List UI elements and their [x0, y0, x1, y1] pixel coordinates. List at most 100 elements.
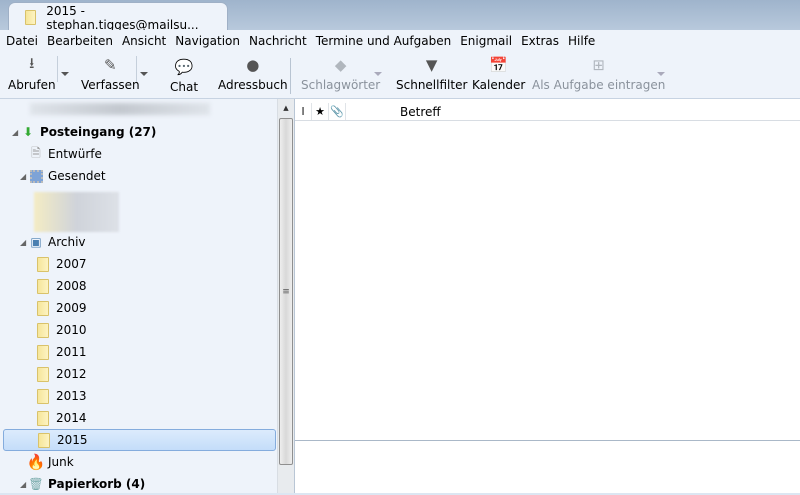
menu-termine[interactable]: Termine und Aufgaben	[316, 34, 451, 48]
account-header[interactable]	[0, 99, 277, 119]
inbox-icon: ⬇	[22, 125, 34, 139]
message-preview-splitter[interactable]	[295, 440, 800, 441]
folder-sent[interactable]: ◢ Gesendet	[0, 165, 277, 187]
folder-2011[interactable]: 2011	[0, 341, 277, 363]
chat-button[interactable]: 💬 Chat	[170, 58, 198, 94]
folder-2012[interactable]: 2012	[0, 363, 277, 385]
menu-extras[interactable]: Extras	[521, 34, 559, 48]
folder-pane-scrollbar[interactable]: ▲ ≡	[277, 99, 294, 493]
address-book-label: Adressbuch	[218, 78, 288, 92]
folder-drafts[interactable]: 🗎 Entwürfe	[0, 143, 277, 165]
subject-column-header[interactable]: Betreff	[346, 103, 441, 120]
menu-ansicht[interactable]: Ansicht	[122, 34, 166, 48]
tags-dropdown[interactable]	[374, 72, 382, 76]
redacted-account-name	[30, 103, 210, 115]
calendar-icon: 📅	[489, 56, 508, 74]
folder-icon	[35, 278, 51, 294]
folder-icon	[35, 300, 51, 316]
tag-icon: ◆	[334, 56, 347, 74]
folder-2010[interactable]: 2010	[0, 319, 277, 341]
task-icon: ⊞	[592, 56, 605, 74]
funnel-icon: ▼	[425, 56, 438, 74]
chat-label: Chat	[170, 80, 199, 94]
folder-label: 2015	[57, 433, 88, 447]
menu-bearbeiten[interactable]: Bearbeiten	[47, 34, 113, 48]
compose-button[interactable]: ✎ Verfassen	[81, 56, 140, 92]
folder-2014[interactable]: 2014	[0, 407, 277, 429]
folder-pane: ◢ ⬇ Posteingang (27) 🗎 Entwürfe ◢ Gesendet ◢…	[0, 119, 277, 493]
redacted-folder	[34, 192, 119, 232]
folder-label: 2013	[56, 389, 87, 403]
convert-to-task-label: Als Aufgabe eintragen	[532, 78, 666, 92]
menu-navigation[interactable]: Navigation	[175, 34, 240, 48]
menu-bar: Datei Bearbeiten Ansicht Navigation Nach…	[0, 30, 800, 52]
folder-label: Gesendet	[48, 169, 106, 183]
folder-label: 2010	[56, 323, 87, 337]
get-mail-dropdown[interactable]	[61, 72, 69, 76]
compose-label: Verfassen	[81, 78, 140, 92]
convert-to-task-button[interactable]: ⊞ Als Aufgabe eintragen	[532, 56, 665, 92]
menu-datei[interactable]: Datei	[6, 34, 38, 48]
folder-label: 2012	[56, 367, 87, 381]
tags-button[interactable]: ◆ Schlagwörter	[301, 56, 380, 92]
person-icon: ●	[246, 56, 260, 74]
folder-label: Junk	[48, 455, 74, 469]
folder-label: Papierkorb (4)	[48, 477, 146, 491]
tags-label: Schlagwörter	[301, 78, 381, 92]
thread-pane: ߊ ★ 📎 Betreff	[295, 99, 800, 493]
folder-icon	[35, 388, 51, 404]
get-mail-button[interactable]: ⭳ Abrufen	[8, 53, 56, 93]
title-bar: 2015 - stephan.tigges@mailsu...	[0, 0, 800, 32]
scrollbar-thumb[interactable]: ≡	[279, 118, 293, 465]
twisty-icon[interactable]: ◢	[20, 238, 26, 247]
thread-list-header: ߊ ★ 📎 Betreff	[295, 103, 800, 121]
download-icon: ⭳	[29, 53, 35, 72]
toolbar-overflow-dropdown[interactable]	[657, 72, 665, 76]
draft-icon: 🗎	[31, 145, 41, 160]
folder-2008[interactable]: 2008	[0, 275, 277, 297]
calendar-button[interactable]: 📅 Kalender	[472, 56, 525, 92]
tab-title: 2015 - stephan.tigges@mailsu...	[46, 3, 199, 32]
scroll-up-arrow-icon[interactable]: ▲	[278, 99, 294, 117]
chat-bubble-icon: 💬	[174, 58, 194, 76]
twisty-icon[interactable]: ◢	[20, 480, 26, 489]
menu-nachricht[interactable]: Nachricht	[249, 34, 307, 48]
folder-label: 2014	[56, 411, 87, 425]
folder-icon	[35, 410, 51, 426]
folder-icon	[25, 10, 37, 25]
folder-archive[interactable]: ◢ ▣ Archiv	[0, 231, 277, 253]
tab-current-folder[interactable]: 2015 - stephan.tigges@mailsu...	[8, 2, 228, 32]
folder-trash[interactable]: ◢ 🗑 Papierkorb (4)	[0, 473, 277, 495]
calendar-label: Kalender	[472, 78, 526, 92]
sent-icon	[28, 168, 44, 184]
folder-2013[interactable]: 2013	[0, 385, 277, 407]
get-mail-label: Abrufen	[8, 78, 56, 92]
folder-icon	[35, 366, 51, 382]
folder-label: Archiv	[48, 235, 86, 249]
folder-icon	[35, 256, 51, 272]
folder-icon	[35, 322, 51, 338]
compose-dropdown[interactable]	[140, 72, 148, 76]
thread-column-icon[interactable]: ߊ	[295, 103, 312, 120]
quick-filter-label: Schnellfilter	[396, 78, 468, 92]
folder-label: Posteingang (27)	[40, 125, 157, 139]
twisty-icon[interactable]: ◢	[20, 172, 26, 181]
main-toolbar: ⭳ Abrufen ✎ Verfassen 💬 Chat ● Adressbuch ◆ S…	[0, 52, 800, 99]
folder-label: 2009	[56, 301, 87, 315]
archive-icon: ▣	[30, 235, 42, 249]
menu-hilfe[interactable]: Hilfe	[568, 34, 595, 48]
folder-icon	[36, 432, 52, 448]
folder-junk[interactable]: 🔥 Junk	[0, 451, 277, 473]
twisty-icon[interactable]: ◢	[12, 128, 18, 137]
menu-enigmail[interactable]: Enigmail	[460, 34, 512, 48]
folder-2009[interactable]: 2009	[0, 297, 277, 319]
folder-2007[interactable]: 2007	[0, 253, 277, 275]
attachment-column-icon[interactable]: 📎	[329, 103, 346, 120]
folder-2015[interactable]: 2015	[3, 429, 276, 451]
folder-label: Entwürfe	[48, 147, 102, 161]
star-column-icon[interactable]: ★	[312, 103, 329, 120]
folder-inbox[interactable]: ◢ ⬇ Posteingang (27)	[0, 121, 277, 143]
folder-icon	[35, 344, 51, 360]
address-book-button[interactable]: ● Adressbuch	[218, 56, 288, 92]
quick-filter-button[interactable]: ▼ Schnellfilter	[396, 56, 467, 92]
